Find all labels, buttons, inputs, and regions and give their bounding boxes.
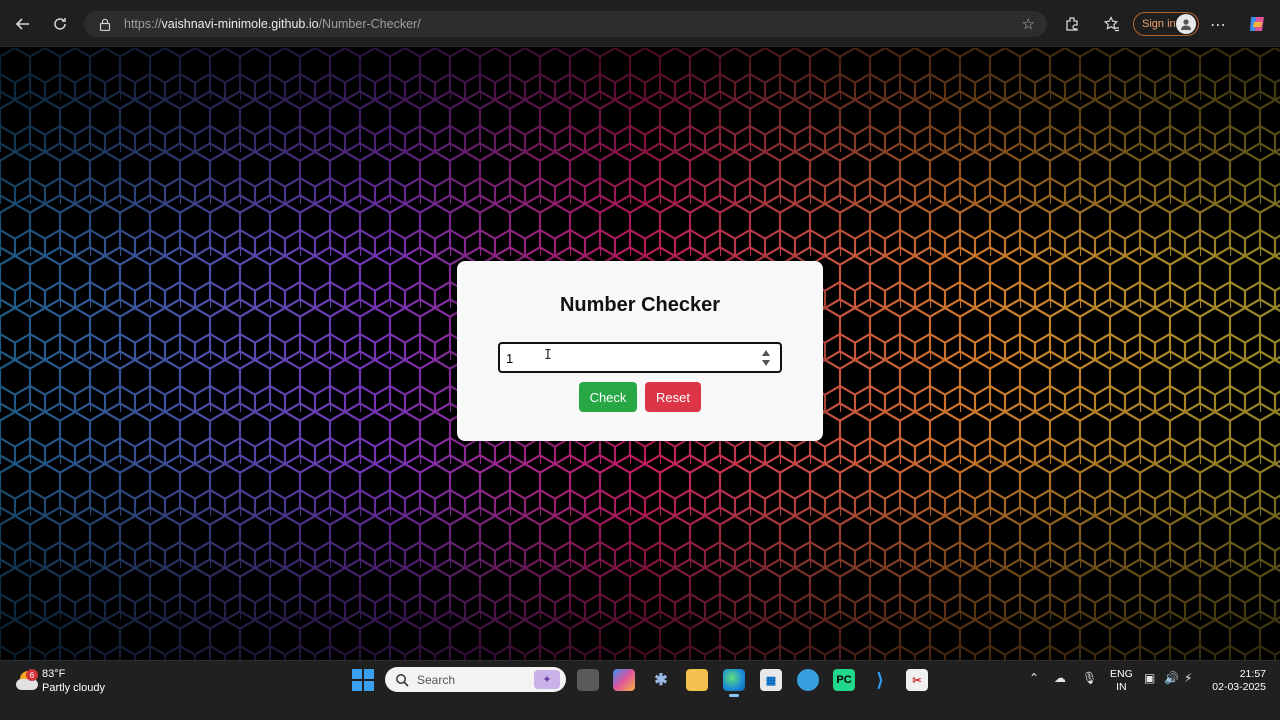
network-icon[interactable]: ▣ [1144,671,1155,685]
reload-icon[interactable] [47,11,73,37]
search-highlight-icon: ✦ [534,670,560,689]
pycharm-icon[interactable]: PC [833,669,855,691]
weather-icon: 6 [16,669,38,693]
url-prefix: https:// [124,17,162,31]
copilot-app-icon[interactable] [613,669,635,691]
more-icon[interactable]: ⋯ [1205,11,1231,37]
clock-date: 02-03-2025 [1212,681,1266,693]
edge-browser-icon[interactable] [723,669,745,691]
file-explorer-icon[interactable] [686,669,708,691]
windows-start-icon[interactable] [352,669,374,691]
url-text: https://vaishnavi-minimole.github.io/Num… [124,17,421,31]
number-input-box[interactable] [498,342,782,373]
taskbar: 6 83°F Partly cloudy Search ✦ ✱ ▦ PC ⟩ ✂… [0,660,1280,720]
page-viewport: Number Checker I Check Reset [0,48,1280,660]
spin-up-icon[interactable] [762,350,770,356]
system-clock[interactable]: 21:57 02-03-2025 [1208,668,1266,694]
text-cursor-icon: I [544,348,552,363]
vscode-icon[interactable]: ⟩ [869,669,891,691]
taskbar-search[interactable]: Search ✦ [385,667,566,692]
signin-button[interactable]: Sign in [1133,12,1199,36]
weather-desc: Partly cloudy [42,682,105,694]
signin-label: Sign in [1142,18,1176,30]
url-path: /Number-Checker/ [318,17,421,31]
check-button[interactable]: Check [579,382,637,412]
avatar-icon [1176,14,1196,34]
language-indicator[interactable]: ENG IN [1110,668,1133,694]
onedrive-icon[interactable]: ☁ [1054,671,1066,685]
weather-temp: 83°F [42,668,66,680]
browser-toolbar: https://vaishnavi-minimole.github.io/Num… [0,0,1280,47]
volume-icon[interactable]: 🔊 [1164,671,1179,685]
address-bar[interactable]: https://vaishnavi-minimole.github.io/Num… [84,11,1047,37]
battery-icon[interactable]: ⚡ [1184,671,1192,685]
copilot-icon[interactable] [1244,11,1270,37]
microphone-icon[interactable]: 🎙 [1082,671,1097,685]
spin-down-icon[interactable] [762,360,770,366]
lang-line2: IN [1116,681,1127,693]
chevron-up-icon[interactable]: ⌃ [1029,671,1039,685]
browser-app-icon[interactable] [797,669,819,691]
weather-widget[interactable]: 6 83°F Partly cloudy [16,667,105,695]
search-icon [396,673,409,687]
url-host: vaishnavi-minimole.github.io [161,17,319,31]
favorites-icon[interactable] [1099,11,1125,37]
store-icon[interactable]: ▦ [760,669,782,691]
number-checker-card: Number Checker I Check Reset [457,261,823,441]
task-view-icon[interactable] [577,669,599,691]
lang-line1: ENG [1110,668,1133,680]
extensions-icon[interactable] [1059,11,1085,37]
weather-badge: 6 [26,669,38,681]
number-spinner[interactable] [761,350,771,366]
clock-time: 21:57 [1239,668,1266,680]
lock-icon[interactable] [98,17,112,31]
reset-button[interactable]: Reset [645,382,701,412]
star-icon[interactable]: ☆ [1022,15,1035,33]
page-title: Number Checker [559,294,721,316]
search-label: Search [417,672,456,687]
snipping-tool-icon[interactable]: ✂ [906,669,928,691]
bug-app-icon[interactable]: ✱ [650,669,672,691]
back-icon[interactable] [10,11,36,37]
